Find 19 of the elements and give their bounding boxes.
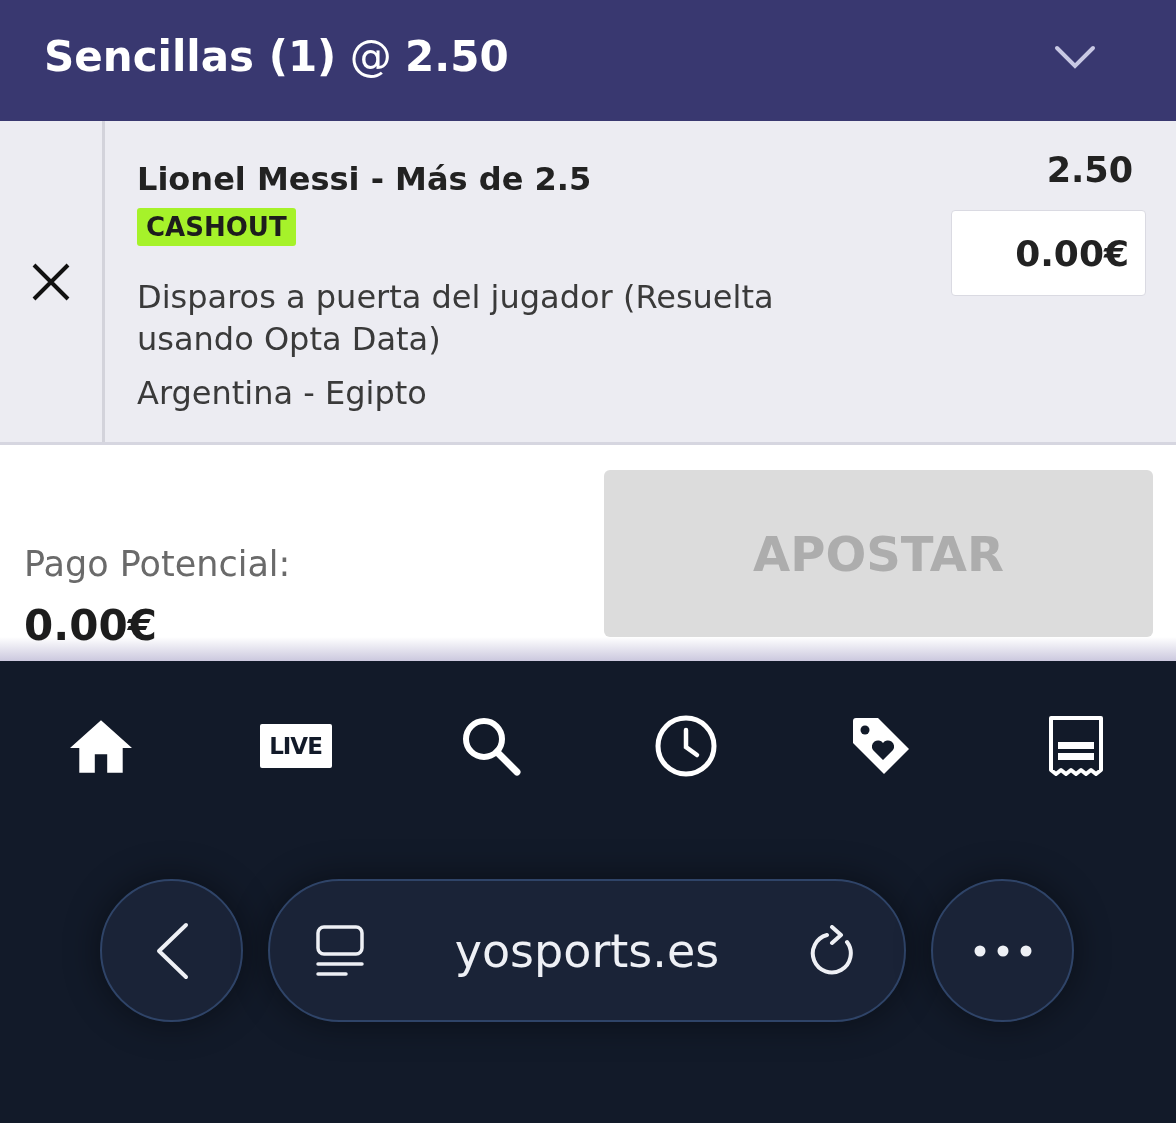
clock-icon[interactable] — [654, 715, 717, 777]
event-name: Argentina - Egipto — [137, 373, 427, 414]
chevron-down-icon[interactable] — [1054, 44, 1096, 69]
live-tab[interactable]: LIVE — [259, 724, 332, 768]
close-icon[interactable] — [31, 261, 71, 302]
receipt-icon[interactable] — [1047, 715, 1104, 777]
more-icon — [973, 944, 1032, 957]
potential-payout-label: Pago Potencial: — [24, 543, 291, 585]
selection-title: Lionel Messi - Más de 2.5 — [137, 159, 592, 199]
potential-payout-amount: 0.00€ — [24, 601, 157, 651]
chevron-left-icon — [154, 921, 189, 980]
bet-slip-title: Sencillas (1) @ 2.50 — [44, 32, 509, 81]
address-bar[interactable]: yosports.es — [268, 879, 906, 1022]
page-menu-icon[interactable] — [316, 924, 364, 977]
odds-value: 2.50 — [1046, 149, 1134, 192]
stake-input[interactable]: 0.00€ — [951, 210, 1146, 296]
market-description: Disparos a puerta del jugador (Resuelta usando Opta Data) — [137, 277, 775, 360]
cashout-badge: CASHOUT — [137, 208, 296, 246]
home-icon[interactable] — [69, 719, 132, 773]
